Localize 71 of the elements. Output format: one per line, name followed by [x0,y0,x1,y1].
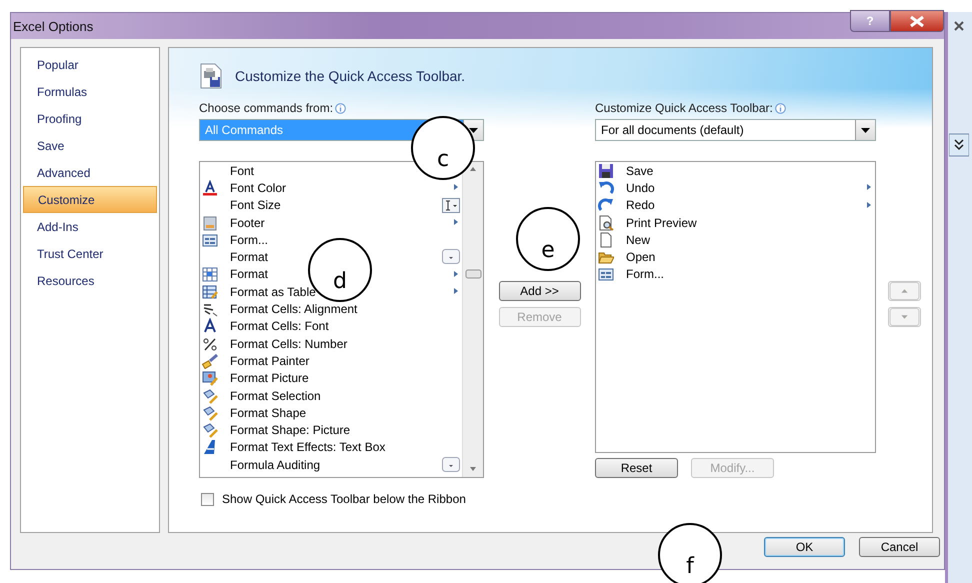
command-icon [202,370,218,386]
command-icon [202,404,218,421]
command-icon [202,284,218,300]
dropdown-arrow-icon[interactable] [861,128,870,132]
dropdown-value: For all documents (default) [600,122,745,139]
command-item[interactable]: Format Cells: Number [230,336,348,351]
section-title: Customize the Quick Access Toolbar. [235,68,466,84]
command-icon [202,422,218,438]
font-size-combo-icon[interactable] [442,198,460,213]
command-item[interactable]: Redo [626,198,655,212]
close-icon[interactable] [952,20,964,32]
command-item[interactable]: Form... [626,267,664,282]
command-item[interactable]: Format Shape [230,406,306,420]
command-item[interactable]: Print Preview [626,216,697,230]
sidebar-item[interactable]: Save [23,132,157,159]
window-title: Excel Options [13,18,94,34]
command-item[interactable]: Format Shape: Picture [230,423,350,438]
checkbox[interactable] [201,492,214,506]
reset-button[interactable]: Reset [595,458,678,478]
ok-button[interactable]: OK [764,537,845,557]
command-item[interactable]: Font [230,164,254,178]
command-list[interactable]: Save Undo Redo Print Preview New Open Form... [595,161,876,453]
command-item[interactable]: Formula Auditing [230,458,320,472]
command-item[interactable]: Format Cells: Font [230,319,329,334]
add-button[interactable]: Add >> [498,281,580,301]
field-label: Choose commands from: [199,101,334,115]
command-icon [598,162,614,179]
sidebar-item[interactable]: Advanced [23,159,157,186]
command-item[interactable]: Open [626,250,656,264]
checkbox-label: Show Quick Access Toolbar below the Ribbon [222,492,466,506]
command-icon [202,214,218,231]
command-icon [598,266,614,282]
command-icon [202,336,218,352]
sidebar-item[interactable]: Trust Center [23,240,157,267]
command-icon [202,439,218,456]
field-label: Customize Quick Access Toolbar: [595,101,773,115]
command-icon [202,388,218,404]
command-item[interactable]: Format [230,250,268,264]
dropdown-arrow-icon[interactable] [469,128,478,132]
command-item[interactable]: Format Text Effects: Text Box [230,440,386,454]
command-icon [598,180,614,196]
command-item[interactable]: Font Size [230,198,281,212]
command-item[interactable]: Font Color [230,180,286,195]
command-item[interactable]: Format Painter [230,354,310,368]
command-item[interactable]: Format Selection [230,388,321,402]
command-icon [598,197,614,214]
sidebar-item[interactable]: Proofing [23,105,157,132]
command-icon [598,214,614,231]
command-icon [202,352,218,369]
sidebar-item[interactable]: Formulas [23,78,157,105]
command-item[interactable]: Format Picture [230,371,309,386]
toolbar-dropdown[interactable]: For all documents (default) [595,119,876,141]
sidebar-item[interactable]: Resources [23,267,157,294]
close-button[interactable] [890,10,944,32]
sidebar-item[interactable]: Add-Ins [23,213,157,240]
cancel-button[interactable]: Cancel [859,537,940,557]
command-icon [202,318,218,334]
command-icon [202,232,218,248]
command-item[interactable]: Footer [230,216,265,230]
command-item[interactable]: Format [230,267,268,282]
command-item[interactable]: Form... [230,232,268,247]
command-icon [202,266,218,282]
command-item[interactable]: Undo [626,180,655,195]
command-item[interactable]: New [626,232,650,247]
sidebar-item[interactable]: Customize [23,186,157,213]
command-item[interactable]: Format Cells: Alignment [230,302,358,316]
command-icon [202,180,218,196]
toolbar-icon [199,63,223,89]
sidebar-item[interactable]: Popular [23,51,157,78]
command-item[interactable]: Save [626,164,654,178]
command-icon [598,232,614,248]
